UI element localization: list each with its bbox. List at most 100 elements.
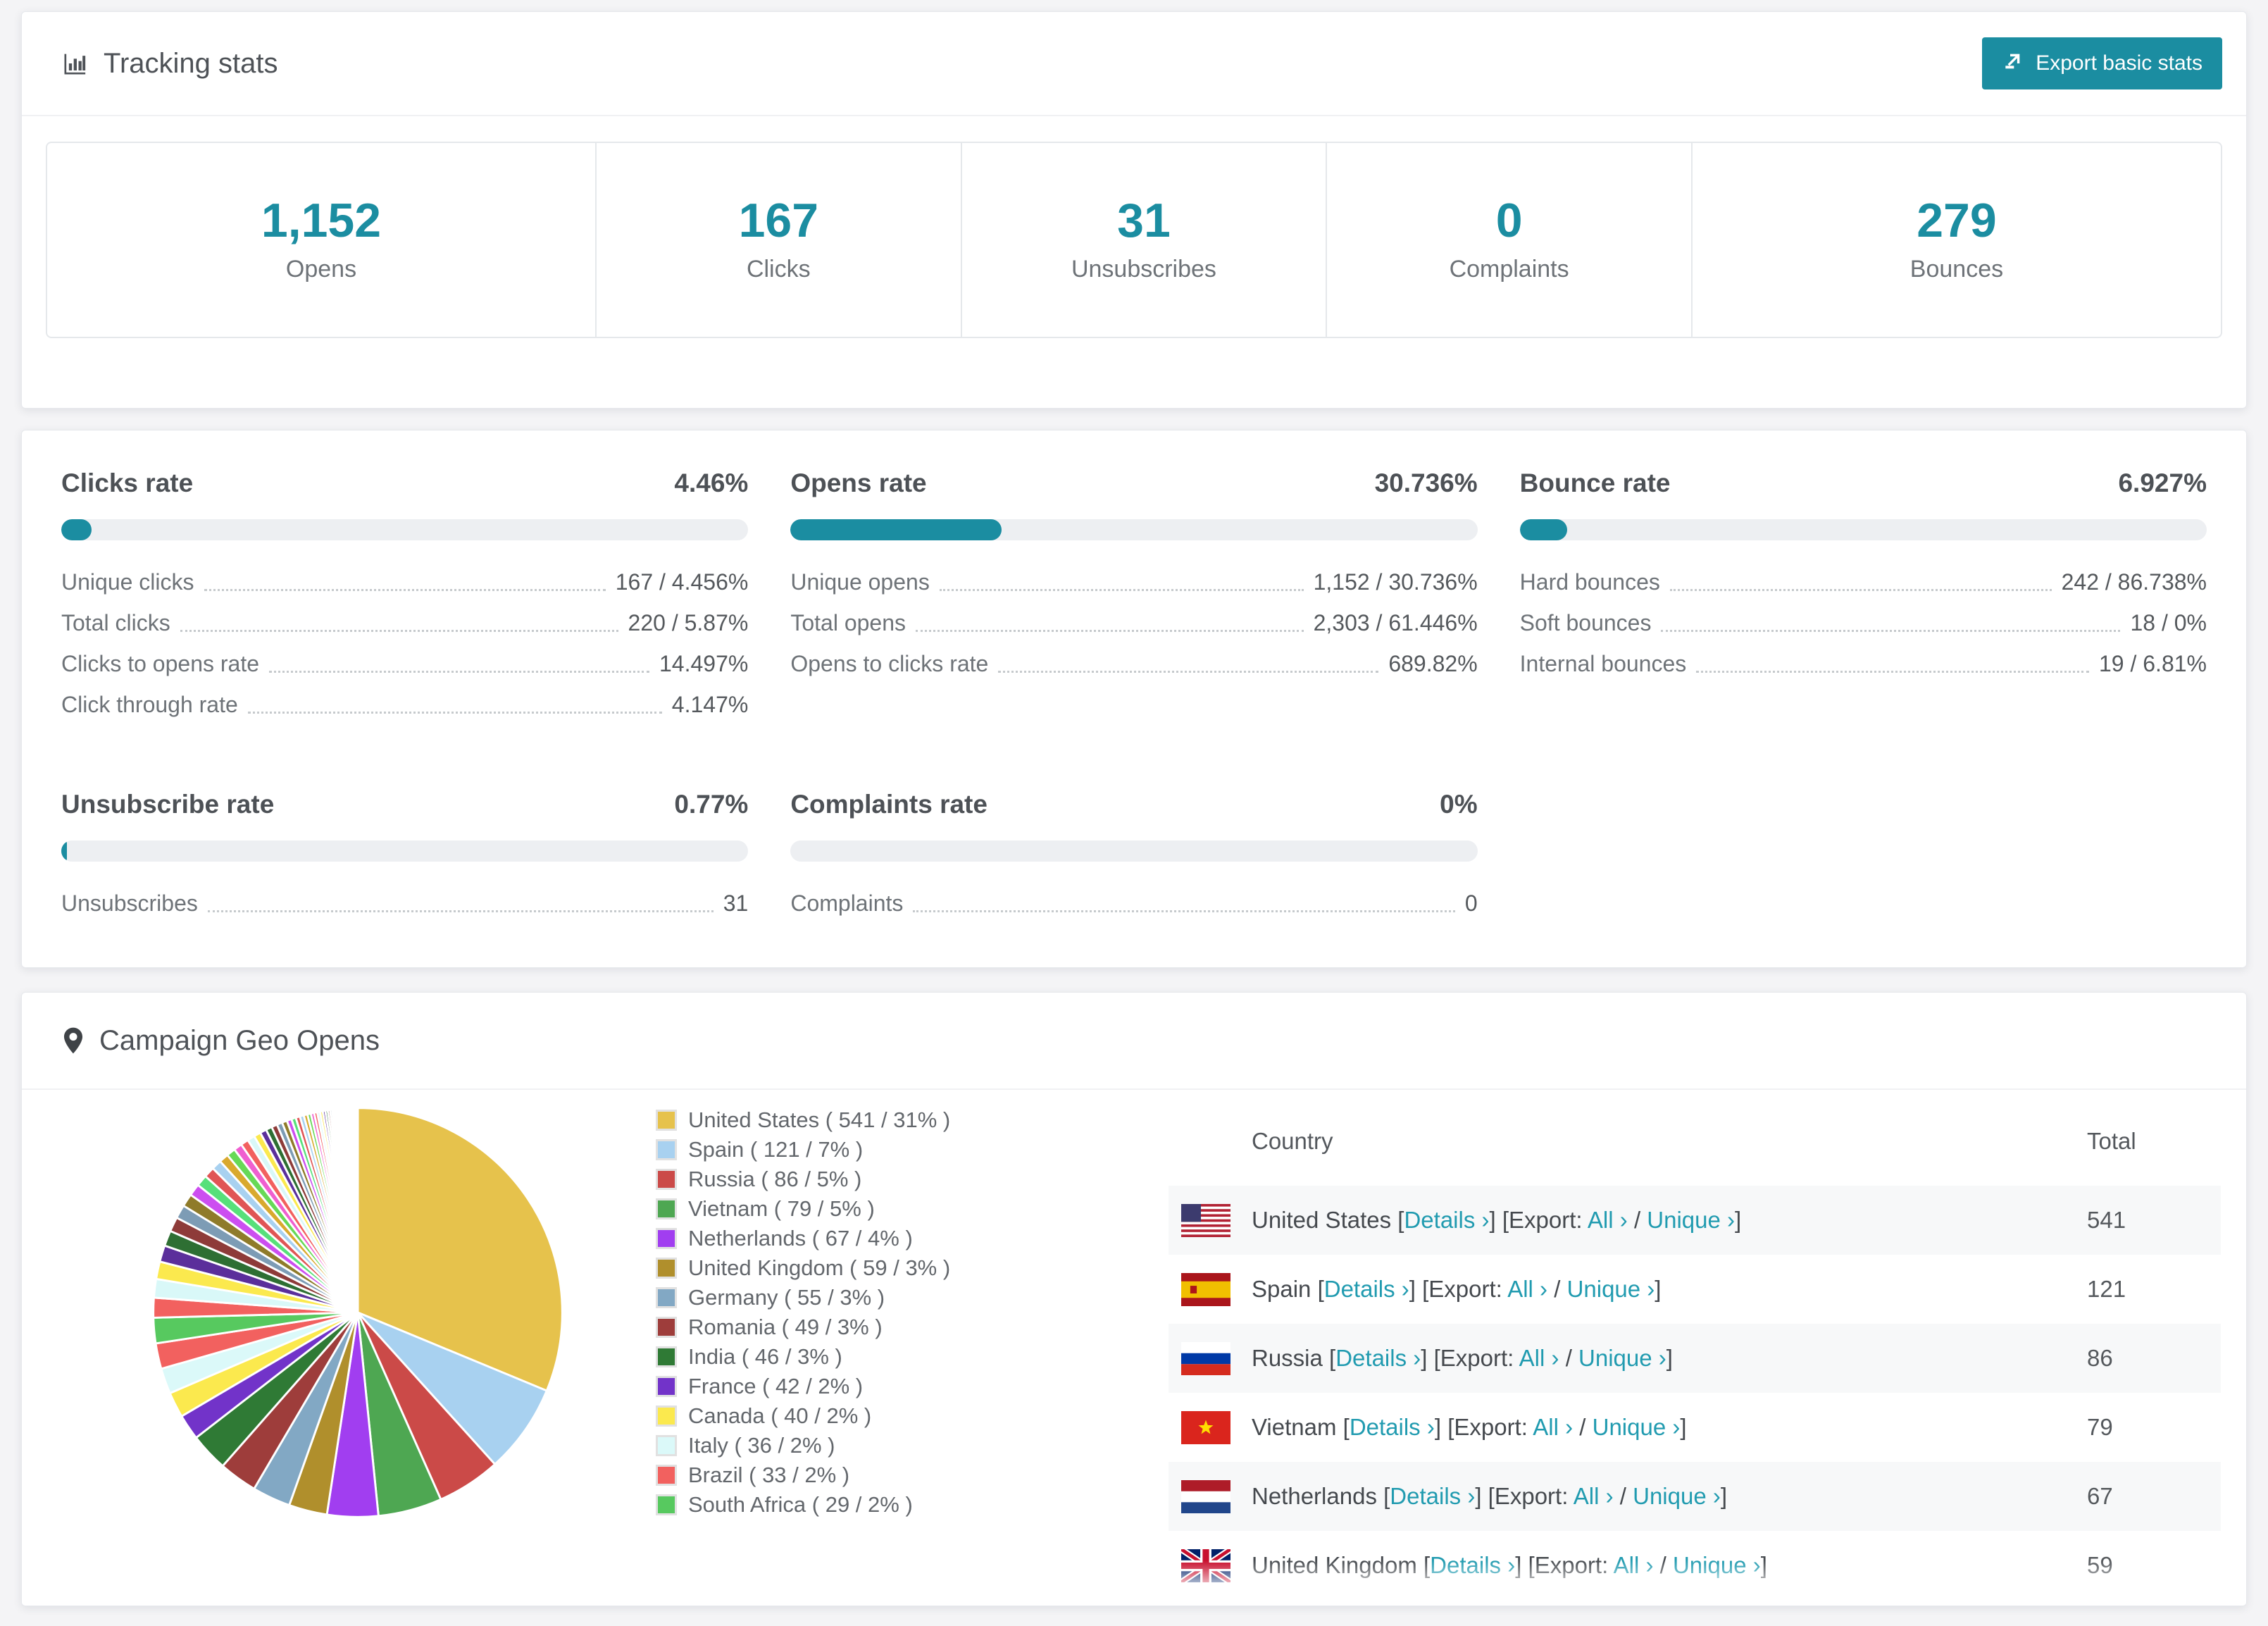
legend-label: United Kingdom ( 59 / 3% ) [688,1255,951,1280]
legend-item: Italy ( 36 / 2% ) [656,1431,1169,1460]
summary-stat-unsubscribes: 31 Unsubscribes [960,143,1326,337]
geo-table-row: United States [Details ›] [Export: All ›… [1169,1186,2221,1255]
flag-nl-icon [1181,1479,1230,1513]
stat-value: 0 [1495,194,1523,247]
dotted-leader [180,630,618,632]
details-link[interactable]: Details › [1324,1276,1409,1302]
legend-label: Germany ( 55 / 3% ) [688,1285,885,1310]
export-all-link[interactable]: All › [1614,1552,1654,1578]
legend-label: India ( 46 / 3% ) [688,1344,842,1369]
stat-row-label: Unique opens [790,569,930,595]
summary-stat-bounces: 279 Bounces [1690,143,2221,337]
export-all-link[interactable]: All › [1507,1276,1547,1302]
stat-row-label: Complaints [790,890,904,916]
export-unique-link[interactable]: Unique › [1578,1345,1666,1371]
legend-item: Romania ( 49 / 3% ) [656,1312,1169,1342]
progress-fill [1519,519,1568,540]
stat-row-value: 167 / 4.456% [615,569,749,595]
export-all-link[interactable]: All › [1588,1207,1628,1233]
export-unique-link[interactable]: Unique › [1567,1276,1655,1302]
details-link[interactable]: Details › [1335,1345,1421,1371]
legend-label: Netherlands ( 67 / 4% ) [688,1226,913,1250]
details-link[interactable]: Details › [1430,1552,1515,1578]
dotted-leader [1669,589,2052,591]
legend-item: United States ( 541 / 31% ) [656,1105,1169,1135]
legend-label: South Africa ( 29 / 2% ) [688,1492,913,1517]
country-name: Spain [1252,1276,1311,1302]
stat-row-value: 14.497% [659,651,749,676]
unsubscribe-rate-panel: Unsubscribe rate 0.77% Unsubscribes 31 [61,780,749,924]
legend-swatch [656,1139,677,1160]
legend-swatch [656,1169,677,1190]
legend-swatch [656,1465,677,1486]
rates-card: Clicks rate 4.46% Unique clicks 167 / 4.4… [21,430,2247,968]
stat-row: Total opens 2,303 / 61.446% [790,602,1477,643]
dotted-leader [913,910,1455,912]
rate-title: Opens rate [790,468,927,497]
legend-label: Brazil ( 33 / 2% ) [688,1463,850,1487]
stat-row-value: 19 / 6.81% [2098,651,2207,676]
export-prefix: [Export: [1447,1414,1528,1440]
legend-label: Vietnam ( 79 / 5% ) [688,1196,875,1221]
stat-row-value: 0 [1464,890,1478,916]
stat-row-value: 689.82% [1388,651,1478,676]
export-all-link[interactable]: All › [1519,1345,1559,1371]
stat-row: Unique clicks 167 / 4.456% [61,561,748,602]
export-prefix: [Export: [1502,1207,1583,1233]
clicks-rate-progressbar [61,519,749,540]
pie-slice-other[interactable] [356,1107,359,1313]
stat-row-value: 242 / 86.738% [2061,569,2207,595]
stat-value: 31 [1117,194,1171,247]
flag-us-icon [1181,1203,1230,1237]
export-all-link[interactable]: All › [1574,1483,1614,1509]
progress-fill [790,519,1002,540]
opens-rate-progressbar [790,519,1478,540]
clicks-rate-panel: Clicks rate 4.46% Unique clicks 167 / 4.4… [61,459,749,725]
section-title: Campaign Geo Opens [99,1024,380,1056]
rate-value: 0% [1440,790,1478,819]
export-all-link[interactable]: All › [1533,1414,1573,1440]
legend-item: India ( 46 / 3% ) [656,1342,1169,1372]
legend-item: Brazil ( 33 / 2% ) [656,1460,1169,1490]
rate-title: Clicks rate [61,468,194,497]
stat-row-label: Unsubscribes [61,890,198,916]
stat-row-value: 2,303 / 61.446% [1313,610,1478,635]
stat-row: Soft bounces 18 / 0% [1520,602,2207,643]
export-icon [2002,49,2024,77]
tracking-stats-title: Tracking stats [61,48,278,80]
rate-value: 6.927% [2118,468,2207,497]
export-basic-stats-button[interactable]: Export basic stats [1982,37,2222,89]
legend-swatch [656,1110,677,1131]
legend-swatch [656,1376,677,1397]
legend-swatch [656,1258,677,1279]
stat-row-label: Internal bounces [1519,651,1687,676]
details-link[interactable]: Details › [1390,1483,1475,1509]
stat-row: Click through rate 4.147% [61,684,748,725]
legend-swatch [656,1435,677,1456]
legend-label: France ( 42 / 2% ) [688,1374,864,1398]
export-unique-link[interactable]: Unique › [1633,1483,1721,1509]
details-link[interactable]: Details › [1404,1207,1489,1233]
stat-row-label: Hard bounces [1519,569,1660,595]
tracking-stats-card: Tracking stats Export basic stats 1,152 O… [21,11,2247,409]
opens-rate-panel: Opens rate 30.736% Unique opens 1,152 / 3… [790,459,1478,725]
export-prefix: [Export: [1528,1552,1609,1578]
geo-card-header: Campaign Geo Opens [22,993,2246,1090]
stat-row-value: 31 [723,890,749,916]
flag-es-icon [1181,1272,1230,1306]
export-unique-link[interactable]: Unique › [1673,1552,1761,1578]
details-link[interactable]: Details › [1350,1414,1435,1440]
geo-table-row: United Kingdom [Details ›] [Export: All … [1169,1531,2221,1600]
rate-value: 0.77% [674,790,749,819]
legend-item: Spain ( 121 / 7% ) [656,1135,1169,1165]
export-unique-link[interactable]: Unique › [1647,1207,1735,1233]
stat-row: Total clicks 220 / 5.87% [61,602,748,643]
legend-item: United Kingdom ( 59 / 3% ) [656,1253,1169,1283]
geo-pie-chart[interactable] [22,1090,656,1606]
legend-item: France ( 42 / 2% ) [656,1372,1169,1401]
stat-row-value: 220 / 5.87% [628,610,749,635]
export-unique-link[interactable]: Unique › [1593,1414,1681,1440]
geo-table: Country Total United States [Details ›] … [1169,1118,2221,1606]
dotted-leader [916,630,1304,632]
dotted-leader [247,712,662,714]
